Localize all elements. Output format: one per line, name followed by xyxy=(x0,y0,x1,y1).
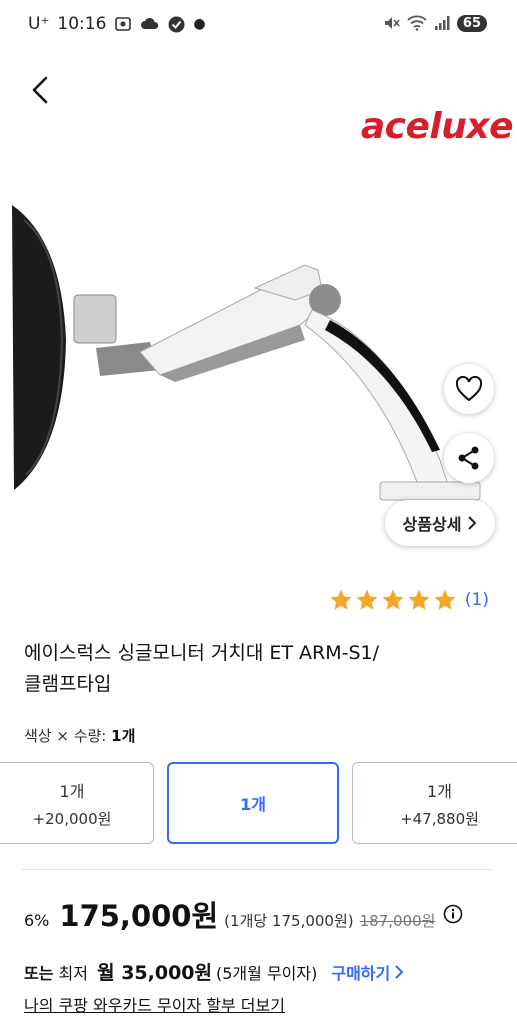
carrier-label: U⁺ xyxy=(28,14,50,34)
rating[interactable]: (1) xyxy=(329,588,489,612)
product-detail-label: 상품상세 xyxy=(402,515,462,534)
signal-icon xyxy=(434,16,450,30)
star-icon xyxy=(434,589,456,610)
battery-indicator: 65 xyxy=(456,14,487,32)
option-label-value: 1개 xyxy=(111,727,136,745)
option-label: 색상 × 수량: 1개 xyxy=(24,725,135,746)
installment-prefix: 또는 xyxy=(24,964,54,983)
option-choice-label: 1개 xyxy=(240,795,266,814)
status-bar: U⁺ 10:16 ● 65 xyxy=(0,0,517,52)
star-icon xyxy=(356,589,378,610)
brand-logo: aceluxe xyxy=(360,106,514,147)
wishlist-button[interactable] xyxy=(444,364,494,414)
info-icon[interactable] xyxy=(443,904,463,924)
chevron-right-icon xyxy=(468,516,477,530)
option-choice[interactable]: 1개 +47,880원 xyxy=(352,762,517,844)
installment-text: 최저 xyxy=(58,964,88,983)
product-title-line2: 클램프타입 xyxy=(24,673,112,695)
buy-link[interactable]: 구매하기 xyxy=(331,960,404,984)
price-row: 6% 175,000원 (1개당 175,000원) 187,000원 xyxy=(24,893,504,935)
installment-months: (5개월 무이자) xyxy=(216,964,318,983)
option-choice-label: 1개 xyxy=(427,781,452,801)
heart-icon xyxy=(455,376,483,402)
option-choice-label: 1개 xyxy=(59,781,85,801)
product-detail-button[interactable]: 상품상세 xyxy=(385,500,495,546)
installment-monthly: 월 35,000원 xyxy=(97,962,212,984)
original-price: 187,000원 xyxy=(359,912,436,930)
installment-row: 또는 최저 월 35,000원 (5개월 무이자) 구매하기 xyxy=(24,958,404,985)
card-installment-more-link[interactable]: 나의 쿠팡 와우카드 무이자 할부 더보기 xyxy=(24,992,285,1016)
star-icon xyxy=(408,589,430,610)
option-choice-selected[interactable]: 1개 xyxy=(167,762,339,844)
review-count-link[interactable]: (1) xyxy=(465,590,489,610)
sale-price: 175,000원 xyxy=(59,899,219,933)
share-button[interactable] xyxy=(444,433,494,483)
screenshot-icon xyxy=(115,17,132,31)
discount-rate: 6% xyxy=(24,911,50,930)
star-icon xyxy=(330,589,352,610)
divider xyxy=(22,869,494,870)
notification-dot-icon: ● xyxy=(193,16,206,32)
option-choice[interactable]: 1개 +20,000원 xyxy=(0,762,154,844)
chevron-left-icon xyxy=(32,76,48,104)
option-choice-price: +20,000원 xyxy=(32,809,112,828)
option-choice-price: +47,880원 xyxy=(400,809,479,828)
chevron-right-icon xyxy=(395,965,404,979)
unit-price: (1개당 175,000원) xyxy=(224,912,354,930)
share-icon xyxy=(458,446,479,470)
cloud-icon xyxy=(141,17,159,29)
option-label-prefix: 색상 × 수량: xyxy=(24,727,112,745)
product-title-line1: 에이스럭스 싱글모니터 거치대 ET ARM-S1/ xyxy=(24,642,380,664)
clock: 10:16 xyxy=(57,14,107,34)
wifi-icon xyxy=(407,15,427,31)
buy-link-label: 구매하기 xyxy=(331,964,391,983)
back-button[interactable] xyxy=(22,72,58,108)
star-icon xyxy=(382,589,404,610)
product-title: 에이스럭스 싱글모니터 거치대 ET ARM-S1/ 클램프타입 xyxy=(24,638,494,700)
check-circle-icon xyxy=(168,16,185,32)
mute-icon xyxy=(384,17,400,29)
